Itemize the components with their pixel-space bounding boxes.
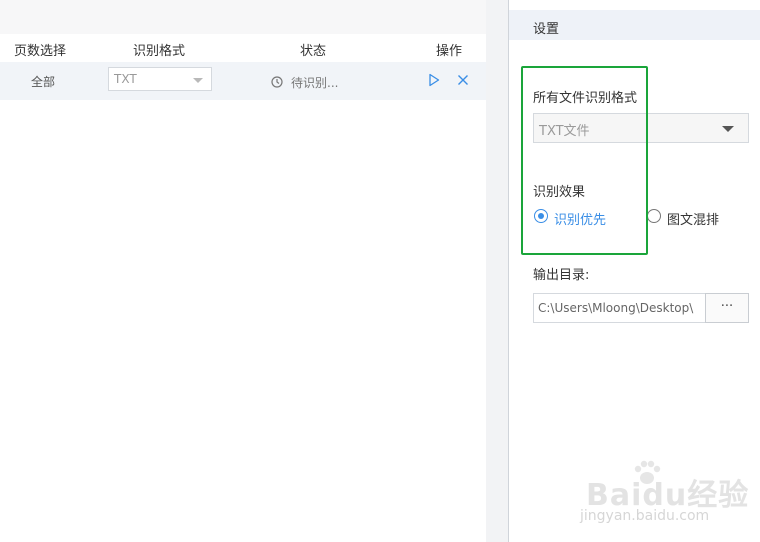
page-select-value[interactable]: 全部 [31,73,55,90]
toolbar-strip [0,0,486,34]
settings-header: 设置 [509,10,760,40]
radio-mixed[interactable] [647,209,661,223]
file-list-panel: 页数选择 识别格式 状态 操作 全部 TXT 待识别... [0,0,486,542]
browse-button[interactable]: ··· [705,293,749,323]
output-path-input[interactable]: C:\Users\Mloong\Desktop\ [533,293,707,323]
output-label: 输出目录: [533,268,590,283]
header-status: 状态 [300,44,327,59]
output-path-value: C:\Users\Mloong\Desktop\ [538,301,694,315]
settings-title: 设置 [533,22,560,37]
header-page-select: 页数选择 [14,44,67,59]
clock-icon [271,76,283,88]
chevron-down-icon [722,126,734,132]
close-icon[interactable] [457,74,469,86]
chevron-down-icon [193,78,203,83]
table-header: 页数选择 识别格式 状态 操作 [0,34,486,62]
row-format-value: TXT [114,72,137,86]
play-icon[interactable] [428,73,440,87]
status-text: 待识别... [291,76,339,90]
panel-gap [486,0,508,542]
radio-mixed-label[interactable]: 图文混排 [667,209,719,228]
table-row[interactable]: 全部 TXT 待识别... [0,62,486,100]
header-actions: 操作 [436,44,463,59]
header-format: 识别格式 [133,44,186,59]
highlight-annotation [521,66,648,255]
row-format-select[interactable]: TXT [108,67,212,91]
